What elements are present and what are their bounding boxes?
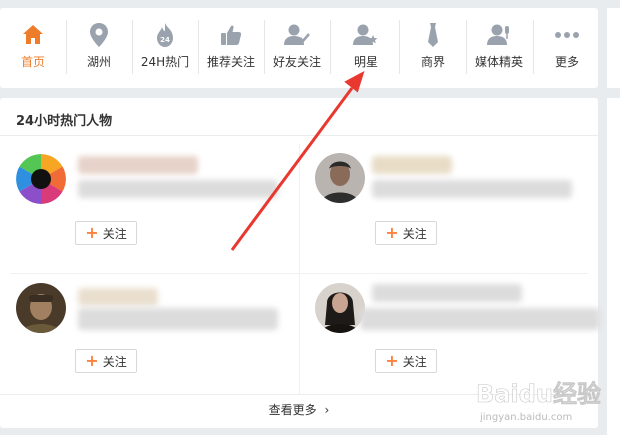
blurred-description <box>78 308 278 330</box>
category-nav-bar: 首页 湖州 24 24H热门 推荐关注 好友关注 明星 商界 媒体精英 更多 <box>0 8 598 88</box>
baidu-jingyan-logo-icon: Baidu经验 jingyan.baidu.com <box>476 380 602 423</box>
blurred-name <box>372 156 452 174</box>
nav-item-friends[interactable]: 好友关注 <box>264 18 330 80</box>
nav-item-home[interactable]: 首页 <box>0 18 66 80</box>
blurred-description <box>372 180 572 198</box>
nav-item-more[interactable]: 更多 <box>534 18 600 80</box>
blurred-description <box>360 308 600 330</box>
nav-item-media[interactable]: 媒体精英 <box>466 18 532 80</box>
divider <box>0 135 598 136</box>
right-sidebar <box>607 98 620 435</box>
nav-item-recommended[interactable]: 推荐关注 <box>198 18 264 80</box>
nav-item-label: 更多 <box>554 55 579 69</box>
nav-item-huzhou[interactable]: 湖州 <box>66 18 132 80</box>
svg-text:Baidu经验: Baidu经验 <box>476 380 601 408</box>
nav-item-label: 明星 <box>353 55 378 69</box>
baidu-jingyan-watermark: Baidu经验 jingyan.baidu.com <box>472 368 602 428</box>
nav-item-label: 媒体精英 <box>474 55 523 69</box>
svg-text:24: 24 <box>160 36 170 44</box>
follow-label: 关注 <box>102 354 127 369</box>
avatar[interactable] <box>315 153 365 203</box>
blurred-name <box>78 156 198 174</box>
blurred-description <box>78 180 278 198</box>
microphone-user-icon <box>466 18 532 52</box>
chevron-right-icon: › <box>324 403 330 417</box>
avatar[interactable] <box>315 283 365 333</box>
plus-icon: + <box>85 223 99 242</box>
home-icon <box>0 18 66 52</box>
view-more-label: 查看更多 <box>268 403 317 417</box>
user-star-icon <box>333 18 399 52</box>
aperture-logo-icon <box>16 154 66 204</box>
plus-icon: + <box>385 223 399 242</box>
plus-icon: + <box>385 351 399 370</box>
blurred-name <box>372 284 522 302</box>
avatar[interactable] <box>16 154 66 204</box>
nav-item-label: 好友关注 <box>272 55 321 69</box>
right-sidebar-top <box>607 8 620 88</box>
divider <box>299 144 300 394</box>
plus-icon: + <box>85 351 99 370</box>
avatar[interactable] <box>16 283 66 333</box>
nav-item-label: 湖州 <box>86 55 111 69</box>
follow-label: 关注 <box>402 354 427 369</box>
follow-label: 关注 <box>102 226 127 241</box>
more-dots-icon <box>534 18 600 52</box>
panel-title: 24小时热门人物 <box>16 114 113 129</box>
person-photo-icon <box>315 153 365 203</box>
nav-item-label: 推荐关注 <box>206 55 255 69</box>
tie-icon <box>400 18 466 52</box>
follow-button[interactable]: + 关注 <box>375 349 437 373</box>
friend-check-icon <box>264 18 330 52</box>
thumbs-up-icon <box>198 18 264 52</box>
nav-item-label: 商界 <box>420 55 445 69</box>
location-pin-icon <box>66 18 132 52</box>
nav-item-business[interactable]: 商界 <box>400 18 466 80</box>
nav-item-stars[interactable]: 明星 <box>333 18 399 80</box>
person-photo-icon <box>315 283 365 333</box>
divider <box>10 273 588 274</box>
fire-24h-icon: 24 <box>132 18 198 52</box>
person-photo-icon <box>16 283 66 333</box>
follow-label: 关注 <box>402 226 427 241</box>
blurred-name <box>78 288 158 306</box>
svg-text:jingyan.baidu.com: jingyan.baidu.com <box>479 412 572 423</box>
nav-item-24h-hot[interactable]: 24 24H热门 <box>132 18 198 80</box>
follow-button[interactable]: + 关注 <box>75 349 137 373</box>
nav-item-label: 24H热门 <box>140 55 190 69</box>
nav-item-label: 首页 <box>20 55 45 69</box>
follow-button[interactable]: + 关注 <box>75 221 137 245</box>
follow-button[interactable]: + 关注 <box>375 221 437 245</box>
